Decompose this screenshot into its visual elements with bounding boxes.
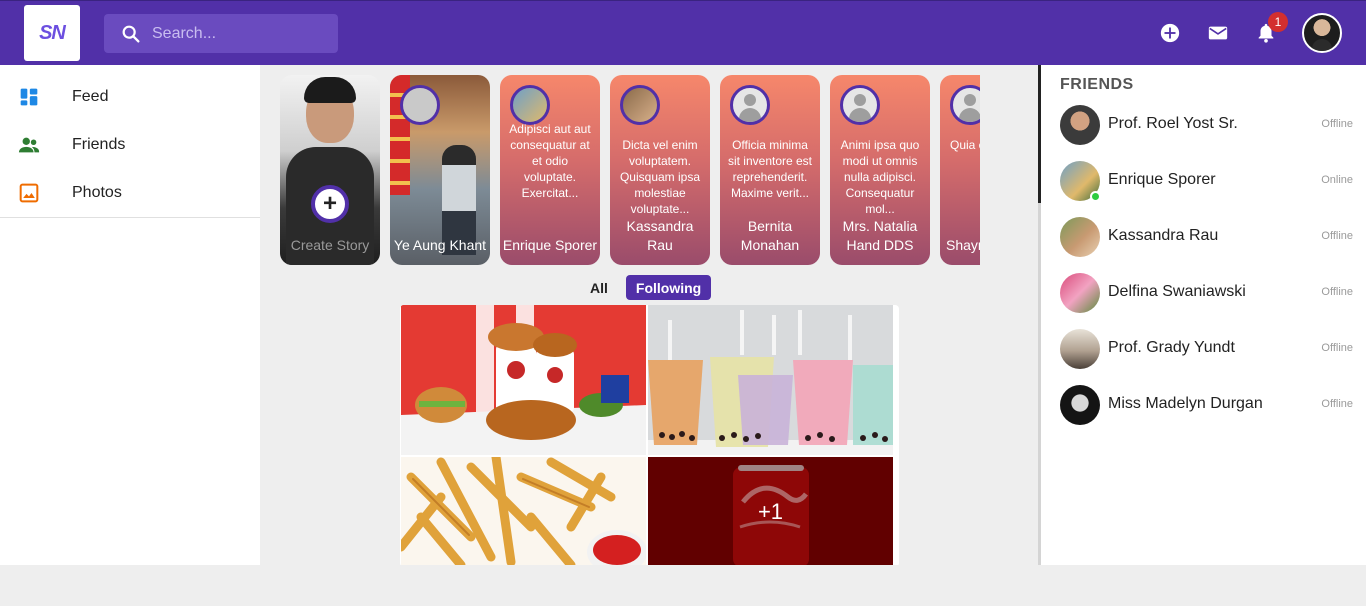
post-photo[interactable] (401, 305, 646, 455)
notification-badge: 1 (1268, 12, 1288, 32)
search-icon (122, 25, 140, 43)
post-photo[interactable] (648, 305, 893, 455)
sidebar-item-label: Photos (72, 184, 122, 201)
story-avatar (840, 85, 880, 125)
story-card[interactable]: Dicta vel enim voluptatem. Quisquam ipsa… (610, 75, 710, 265)
sidebar-item-label: Friends (72, 136, 126, 153)
friend-name: Prof. Roel Yost Sr. (1108, 115, 1238, 132)
friend-avatar (1060, 385, 1100, 425)
photo-icon (18, 182, 40, 204)
left-sidebar: Feed Friends Photos (0, 65, 260, 565)
friends-panel-title: FRIENDS (1060, 76, 1134, 93)
story-name: Shayn (946, 237, 980, 253)
story-name: Mrs. Natalia Hand DDS (842, 218, 918, 253)
story-card[interactable]: Officia minima sit inventore est reprehe… (720, 75, 820, 265)
add-circle-icon[interactable] (1158, 21, 1182, 45)
search-input[interactable] (152, 24, 322, 43)
friend-status: Online (1321, 174, 1353, 186)
friend-status: Offline (1321, 398, 1353, 410)
story-avatar (620, 85, 660, 125)
app-root: SN 1 Feed Friends (0, 0, 1366, 606)
post-photo[interactable] (401, 457, 646, 565)
friend-item[interactable]: Delfina Swaniawski Offline (1041, 265, 1366, 321)
story-card[interactable]: Ye Aung Khant (390, 75, 490, 265)
friend-avatar (1060, 273, 1100, 313)
sidebar-item-friends[interactable]: Friends (0, 121, 260, 169)
top-app-bar: SN 1 (0, 0, 1366, 65)
tab-following[interactable]: Following (625, 275, 712, 300)
friend-avatar (1060, 105, 1100, 145)
friend-status: Offline (1321, 230, 1353, 242)
story-name: Enrique Sporer (502, 237, 598, 253)
friend-avatar (1060, 329, 1100, 369)
friend-item[interactable]: Enrique Sporer Online (1041, 153, 1366, 209)
story-avatar (950, 85, 980, 125)
friend-avatar (1060, 217, 1100, 257)
story-avatar (510, 85, 550, 125)
user-avatar[interactable] (1302, 13, 1342, 53)
friend-item[interactable]: Kassandra Rau Offline (1041, 209, 1366, 265)
people-icon (18, 134, 40, 156)
story-card[interactable]: Animi ipsa quo modi ut omnis nulla adipi… (830, 75, 930, 265)
logo-text: SN (39, 21, 66, 44)
friend-status: Offline (1321, 118, 1353, 130)
story-text: Quia e volup moles M (950, 138, 980, 152)
friend-item[interactable]: Prof. Roel Yost Sr. Offline (1041, 97, 1366, 153)
story-card[interactable]: Adipisci aut aut consequatur at et odio … (500, 75, 600, 265)
friend-name: Kassandra Rau (1108, 227, 1219, 244)
add-story-icon[interactable]: + (311, 185, 349, 223)
post-photo[interactable]: +1 (648, 457, 893, 565)
feed-filter-tabs: All Following (580, 275, 712, 300)
story-create[interactable]: + Create Story (280, 75, 380, 265)
more-photos-overlay[interactable]: +1 (648, 457, 893, 565)
friend-name: Miss Madelyn Durgan (1108, 395, 1263, 412)
mail-icon[interactable] (1206, 21, 1230, 45)
story-photo (304, 77, 356, 103)
friend-status: Offline (1321, 286, 1353, 298)
friend-name: Prof. Grady Yundt (1108, 339, 1235, 356)
page-bottom-strip (0, 565, 1366, 606)
sidebar-item-label: Feed (72, 88, 109, 105)
story-name: Create Story (290, 237, 370, 253)
story-avatar (400, 85, 440, 125)
main-feed: + Create Story Ye Aung Khant Adipisci au… (260, 65, 1038, 565)
friend-name: Enrique Sporer (1108, 171, 1216, 188)
story-text: Adipisci aut aut consequatur at et odio … (509, 122, 591, 200)
story-avatar (730, 85, 770, 125)
story-card[interactable]: Quia e volup moles M Shayn (940, 75, 980, 265)
friend-name: Delfina Swaniawski (1108, 283, 1246, 300)
dashboard-icon (18, 86, 40, 108)
sidebar-item-photos[interactable]: Photos (0, 169, 260, 217)
friend-item[interactable]: Prof. Grady Yundt Offline (1041, 321, 1366, 377)
story-name: Kassandra Rau (626, 218, 694, 253)
story-name: Bernita Monahan (740, 218, 800, 253)
post-card: +1 (400, 305, 899, 565)
sidebar-divider (0, 217, 260, 218)
story-name: Ye Aung Khant (393, 237, 487, 253)
online-indicator (1090, 191, 1101, 202)
logo[interactable]: SN (24, 5, 80, 61)
tab-all[interactable]: All (580, 275, 618, 300)
stories-row: + Create Story Ye Aung Khant Adipisci au… (280, 75, 980, 265)
friend-status: Offline (1321, 342, 1353, 354)
search-box[interactable] (104, 14, 338, 53)
friend-item[interactable]: Miss Madelyn Durgan Offline (1041, 377, 1366, 433)
sidebar-item-feed[interactable]: Feed (0, 73, 260, 121)
friends-panel: FRIENDS Prof. Roel Yost Sr. Offline Enri… (1038, 65, 1366, 565)
